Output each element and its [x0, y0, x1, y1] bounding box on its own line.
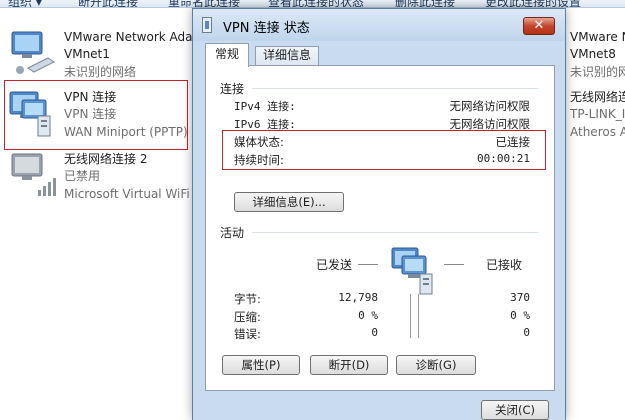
bytes-received: 370 [510, 291, 530, 304]
tab-details[interactable]: 详细信息 [255, 46, 319, 65]
received-label: 已接收 [486, 258, 523, 272]
adapter-network: VMnet1 [64, 47, 110, 61]
disconnect-command[interactable]: 断开此连接 [78, 0, 138, 7]
delete-command[interactable]: 删除此连接 [395, 0, 455, 7]
adapter-vmnet1[interactable]: VMware Network Ada VMnet1 未识别的网络 [8, 28, 192, 88]
media-state-label: 媒体状态: [234, 135, 284, 149]
adapter-wireless-2[interactable]: 无线网络连接 2 已禁用 Microsoft Virtual WiFi [8, 150, 192, 210]
duration-label: 持续时间: [234, 153, 284, 167]
adapter-network: 已禁用 [64, 169, 101, 183]
adapter-name: VMware Network Ada [570, 30, 625, 44]
dialog-title: VPN 连接 状态 [223, 21, 310, 36]
errors-sent: 0 [371, 326, 378, 339]
errors-label: 错误: [234, 327, 261, 341]
activity-heading: 活动 [220, 226, 245, 240]
network-activity-icon [391, 247, 433, 295]
bytes-sent: 12,798 [338, 291, 378, 304]
wireless-adapter-icon [11, 153, 56, 196]
duration-value: 00:00:21 [477, 152, 530, 165]
close-button[interactable]: 关闭(C) [481, 400, 549, 420]
compression-label: 压缩: [234, 310, 261, 324]
adapter-name: 无线网络连接 [570, 90, 625, 104]
activity-divider-left [410, 294, 411, 338]
change-settings-command[interactable]: 更改此连接的设置 [485, 0, 581, 7]
bytes-label: 字节: [234, 292, 261, 306]
vpn-status-dialog: VPN 连接 状态 ✕ 常规 详细信息 连接 IPv4 连接: 无网络访问权限 … [192, 8, 566, 420]
ipv4-value: 无网络访问权限 [449, 99, 531, 113]
received-dash [444, 264, 464, 265]
connection-section: 连接 [220, 80, 540, 97]
disconnect-button[interactable]: 断开(D) [310, 355, 388, 375]
vpn-highlight-box [4, 80, 188, 150]
details-button[interactable]: 详细信息(E)... [234, 192, 344, 212]
adapter-network: VMnet8 [570, 47, 616, 61]
network-adapter-icon [11, 31, 55, 74]
errors-received: 0 [523, 326, 530, 339]
adapter-status: Microsoft Virtual WiFi [64, 187, 190, 201]
adapter-network: TP-LINK_I [570, 107, 625, 121]
compression-received: 0 % [510, 309, 530, 322]
general-tab-panel: 连接 IPv4 连接: 无网络访问权限 IPv6 连接: 无网络访问权限 媒体状… [205, 65, 555, 391]
sent-dash [358, 264, 378, 265]
media-state-value: 已连接 [495, 135, 531, 149]
section-divider [252, 232, 538, 233]
connection-heading: 连接 [220, 82, 245, 96]
adapter-status: 未识别的网络 [570, 65, 625, 79]
dialog-app-icon [202, 17, 212, 33]
rename-command[interactable]: 重命名此连接 [168, 0, 240, 7]
close-icon[interactable]: ✕ [523, 17, 555, 35]
compression-sent: 0 % [358, 309, 378, 322]
properties-button[interactable]: 属性(P) [222, 355, 300, 375]
command-toolbar: 组织 ▾ 断开此连接 重命名此连接 查看此连接的状态 删除此连接 更改此连接的设… [0, 0, 625, 8]
activity-section: 活动 [220, 224, 540, 241]
adapter-status: 未识别的网络 [64, 65, 137, 79]
tab-general[interactable]: 常规 [205, 43, 249, 67]
organize-menu[interactable]: 组织 ▾ [8, 0, 42, 7]
adapter-name: VMware Network Ada [64, 30, 193, 44]
dialog-titlebar[interactable]: VPN 连接 状态 ✕ [193, 9, 565, 41]
section-divider [252, 88, 538, 89]
activity-divider-right [418, 294, 419, 338]
adapter-name: 无线网络连接 2 [64, 152, 148, 166]
ipv4-label: IPv4 连接: [234, 100, 296, 113]
adapter-status: Atheros A [570, 125, 625, 139]
view-status-command[interactable]: 查看此连接的状态 [268, 0, 364, 7]
diagnose-button[interactable]: 诊断(G) [396, 355, 476, 375]
sent-label: 已发送 [316, 258, 353, 272]
